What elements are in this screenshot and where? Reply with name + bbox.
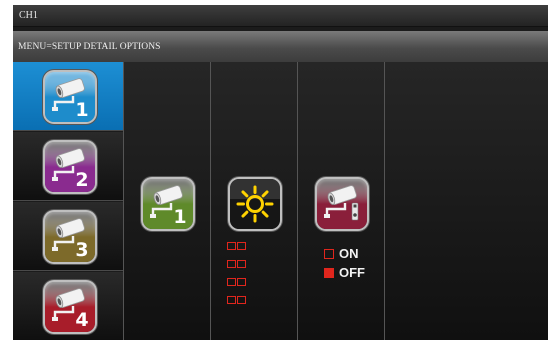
camera-item-3[interactable]: 3 bbox=[13, 202, 123, 271]
off-radio[interactable] bbox=[324, 268, 334, 278]
menu-title: MENU=SETUP DETAIL OPTIONS bbox=[18, 42, 161, 52]
brightness-box[interactable] bbox=[227, 296, 236, 304]
camera-4-icon: 4 bbox=[45, 282, 95, 332]
camera-record-icon[interactable] bbox=[317, 179, 367, 229]
camera-pair-icon[interactable]: 1 bbox=[143, 179, 193, 229]
brightness-level[interactable] bbox=[227, 238, 267, 310]
brightness-box[interactable] bbox=[227, 260, 236, 268]
camera-3-icon: 3 bbox=[45, 212, 95, 262]
camera-1-icon: 1 bbox=[45, 72, 95, 122]
pairing-panel: 1 bbox=[123, 62, 210, 340]
brightness-box[interactable] bbox=[227, 278, 236, 286]
monitor-screen: CH1 MENU=SETUP DETAIL OPTIONS 1 2 3 4 1 … bbox=[13, 5, 548, 340]
svg-text:1: 1 bbox=[75, 99, 88, 121]
brightness-box[interactable] bbox=[237, 260, 246, 268]
svg-text:4: 4 bbox=[75, 309, 88, 331]
camera-2-icon: 2 bbox=[45, 142, 95, 192]
brightness-box[interactable] bbox=[227, 242, 236, 250]
brightness-panel bbox=[210, 62, 297, 340]
sun-icon[interactable] bbox=[230, 179, 280, 229]
channel-label: CH1 bbox=[19, 10, 38, 21]
svg-text:2: 2 bbox=[75, 169, 88, 191]
record-panel: ON OFF bbox=[297, 62, 384, 340]
on-label: ON bbox=[339, 246, 359, 261]
brightness-box[interactable] bbox=[237, 296, 246, 304]
title-bar: CH1 bbox=[13, 5, 548, 27]
brightness-box[interactable] bbox=[237, 242, 246, 250]
svg-text:1: 1 bbox=[173, 206, 186, 228]
off-label: OFF bbox=[339, 265, 365, 280]
camera-item-4[interactable]: 4 bbox=[13, 272, 123, 340]
svg-text:3: 3 bbox=[75, 239, 88, 261]
empty-panel bbox=[384, 62, 548, 340]
camera-item-2[interactable]: 2 bbox=[13, 132, 123, 201]
menu-header: MENU=SETUP DETAIL OPTIONS bbox=[13, 31, 548, 62]
camera-list: 1 2 3 4 bbox=[13, 62, 123, 340]
brightness-box[interactable] bbox=[237, 278, 246, 286]
camera-item-1[interactable]: 1 bbox=[13, 62, 123, 131]
on-radio[interactable] bbox=[324, 249, 334, 259]
